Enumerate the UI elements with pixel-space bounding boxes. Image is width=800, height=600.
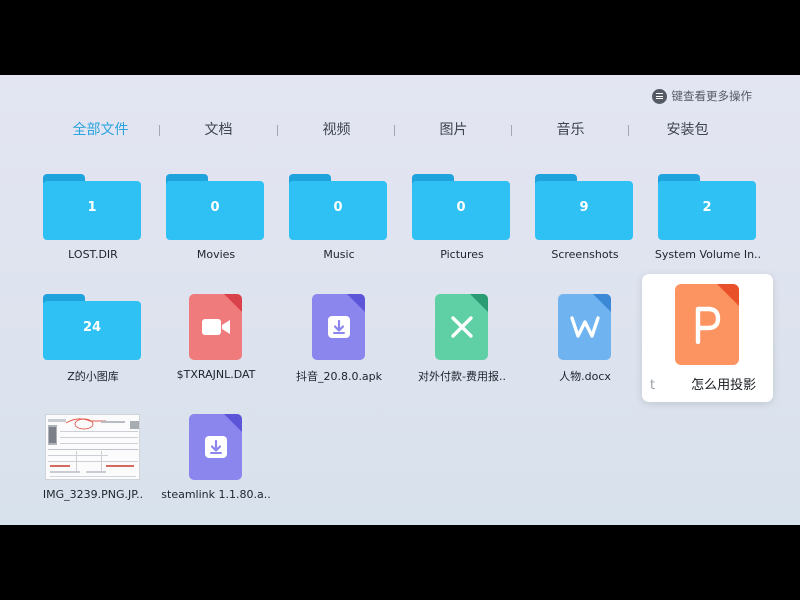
file-name: 抖音_20.8.0.apk <box>295 370 383 383</box>
video-file-icon <box>189 294 242 360</box>
tab-apk[interactable]: 安装包 <box>629 119 746 141</box>
folder-icon: 1 <box>43 174 141 240</box>
folder-icon: 2 <box>658 174 756 240</box>
file-name: 对外付款-费用报.. <box>418 370 506 383</box>
file-name: Movies <box>196 248 236 261</box>
folder-count: 0 <box>412 181 510 240</box>
folder-count: 1 <box>43 181 141 240</box>
p-icon <box>675 284 739 365</box>
tab-music[interactable]: 音乐 <box>512 119 629 141</box>
file-name: Screenshots <box>551 248 619 261</box>
file-name: steamlink 1.1.80.a.. <box>161 488 271 501</box>
apk-file-icon <box>312 294 365 360</box>
folder-icon: 0 <box>166 174 264 240</box>
file-name-marquee: t 怎么用投影 <box>642 373 773 393</box>
video-camera-icon <box>189 294 242 360</box>
image-thumbnail <box>45 414 140 480</box>
file-name-prefix: t <box>650 378 656 393</box>
folder-icon: 9 <box>535 174 633 240</box>
folder-count: 9 <box>535 181 633 240</box>
tab-all-files[interactable]: 全部文件 <box>42 119 159 141</box>
download-icon <box>312 294 365 360</box>
w-icon <box>558 294 611 360</box>
tab-videos[interactable]: 视频 <box>278 119 395 141</box>
apk-file-icon <box>189 414 242 480</box>
file-name: System Volume In.. <box>654 248 762 261</box>
file-name: $TXRAJNL.DAT <box>176 368 256 381</box>
tab-documents[interactable]: 文档 <box>160 119 277 141</box>
file-name: 人物.docx <box>559 370 611 383</box>
category-tabs: 全部文件 文档 视频 图片 音乐 安装包 <box>42 119 760 141</box>
file-name: Z的小图库 <box>67 370 119 383</box>
folder-count: 2 <box>658 181 756 240</box>
folder-icon: 0 <box>289 174 387 240</box>
tab-pictures[interactable]: 图片 <box>395 119 512 141</box>
download-icon <box>189 414 242 480</box>
file-name: 怎么用投影 <box>691 378 757 393</box>
menu-hint: 键查看更多操作 <box>651 88 753 104</box>
folder-count: 0 <box>166 181 264 240</box>
menu-icon <box>651 88 667 104</box>
file-manager-screen: 键查看更多操作 全部文件 文档 视频 图片 音乐 安装包 1 LOST.DIR … <box>0 75 800 525</box>
file-name: IMG_3239.PNG.JP.. <box>42 488 144 501</box>
file-name: Pictures <box>440 248 484 261</box>
folder-count: 0 <box>289 181 387 240</box>
file-name: LOST.DIR <box>68 248 118 261</box>
focused-file-item[interactable]: t 怎么用投影 <box>642 274 773 402</box>
file-name: Music <box>323 248 355 261</box>
ppt-file-icon <box>675 284 739 365</box>
folder-icon: 0 <box>412 174 510 240</box>
excel-file-icon <box>435 294 488 360</box>
menu-hint-text: 键查看更多操作 <box>671 89 753 103</box>
folder-count: 24 <box>43 301 141 360</box>
word-file-icon <box>558 294 611 360</box>
x-icon <box>435 294 488 360</box>
folder-icon: 24 <box>43 294 141 360</box>
